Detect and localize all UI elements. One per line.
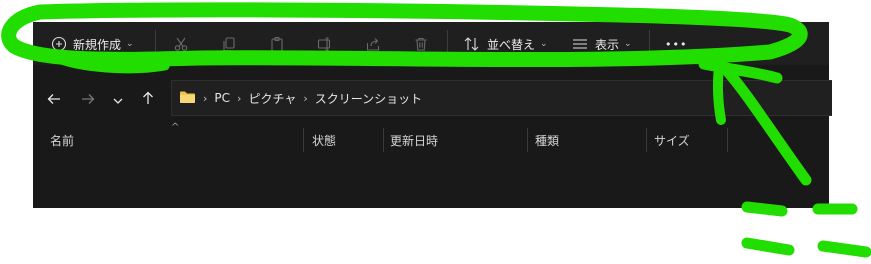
dash-mark xyxy=(817,240,871,258)
file-list-area[interactable] xyxy=(33,152,829,208)
arrow-up-icon xyxy=(142,90,154,109)
toolbar-divider xyxy=(155,30,156,58)
column-divider[interactable] xyxy=(303,128,304,152)
breadcrumb-item-pc[interactable]: PC xyxy=(214,91,230,105)
arrow-right-icon xyxy=(81,90,95,109)
new-button-label: 新規作成 xyxy=(73,37,122,52)
up-button[interactable] xyxy=(137,88,159,110)
more-options-icon: ••• xyxy=(665,37,688,51)
trash-icon xyxy=(413,36,429,52)
folder-icon xyxy=(179,90,196,107)
clipboard-icon xyxy=(269,36,285,52)
chevron-down-icon: ⌄ xyxy=(126,39,134,49)
sort-button[interactable]: 並べ替え ⌄ xyxy=(463,30,548,58)
plus-circle-icon xyxy=(51,36,67,52)
column-divider[interactable] xyxy=(527,128,528,152)
column-divider[interactable] xyxy=(383,128,384,152)
column-type[interactable]: 種類 xyxy=(535,128,559,152)
file-explorer-window: 新規作成 ⌄ 並べ替え ⌄ 表示 ⌄ ••• › PC › ピクチャ › スクリ… xyxy=(33,22,832,208)
breadcrumb-separator: › xyxy=(237,91,242,105)
delete-button[interactable] xyxy=(413,30,429,58)
breadcrumb-separator: › xyxy=(303,91,308,105)
sort-arrows-icon xyxy=(463,36,481,52)
column-date-modified[interactable]: 更新日時 xyxy=(390,128,438,152)
scissors-icon xyxy=(173,36,189,52)
view-button[interactable]: 表示 ⌄ xyxy=(571,30,632,58)
forward-button[interactable] xyxy=(77,88,99,110)
recent-locations-button[interactable] xyxy=(107,88,129,110)
sort-ascending-icon: ^ xyxy=(171,122,180,133)
chevron-down-icon: ⌄ xyxy=(624,39,632,49)
column-size[interactable]: サイズ xyxy=(654,128,690,152)
rename-button[interactable] xyxy=(317,30,333,58)
view-button-label: 表示 xyxy=(595,37,620,52)
command-bar: 新規作成 ⌄ 並べ替え ⌄ 表示 ⌄ ••• xyxy=(33,22,829,65)
share-button[interactable] xyxy=(365,30,381,58)
arrow-left-icon xyxy=(47,90,61,109)
breadcrumb-item-pictures[interactable]: ピクチャ xyxy=(248,90,296,107)
more-options-button[interactable]: ••• xyxy=(665,30,687,58)
column-header: ^ 名前 状態 更新日時 種類 サイズ xyxy=(33,122,829,152)
back-button[interactable] xyxy=(43,88,65,110)
new-button[interactable]: 新規作成 ⌄ xyxy=(51,30,134,58)
column-divider[interactable] xyxy=(727,128,728,152)
chevron-down-icon xyxy=(112,90,124,109)
breadcrumb-separator: › xyxy=(203,91,208,105)
dash-mark xyxy=(741,237,795,256)
breadcrumb-item-screenshots[interactable]: スクリーンショット xyxy=(315,90,422,107)
sort-button-label: 並べ替え xyxy=(487,37,536,52)
view-list-icon xyxy=(571,36,589,52)
cut-button[interactable] xyxy=(173,30,189,58)
column-divider[interactable] xyxy=(646,128,647,152)
column-status[interactable]: 状態 xyxy=(312,128,336,152)
copy-icon xyxy=(221,36,237,52)
copy-button[interactable] xyxy=(221,30,237,58)
paste-button[interactable] xyxy=(269,30,285,58)
address-bar[interactable]: › PC › ピクチャ › スクリーンショット xyxy=(171,80,832,116)
toolbar-divider xyxy=(649,30,650,58)
column-name[interactable]: 名前 xyxy=(50,128,74,152)
chevron-down-icon: ⌄ xyxy=(540,39,548,49)
toolbar-divider xyxy=(447,30,448,58)
rename-icon xyxy=(317,36,333,52)
share-icon xyxy=(365,36,381,52)
